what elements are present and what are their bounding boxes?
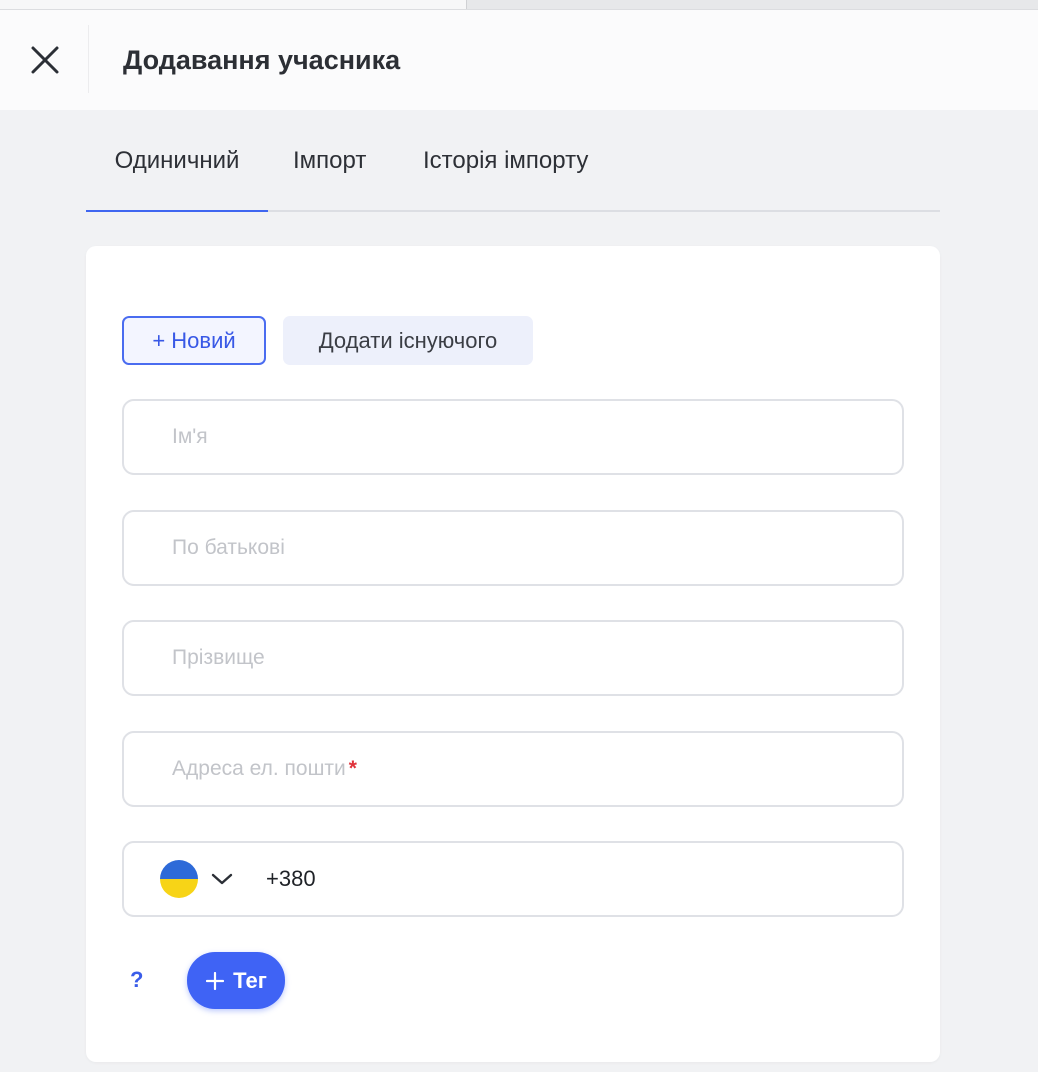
page-title: Додавання учасника [123,45,401,75]
add-existing-button[interactable]: Додати існуючого [283,316,533,365]
header: Додавання учасника [0,10,1038,110]
close-button[interactable] [24,39,66,81]
first-name-field-wrapper [122,399,904,475]
chevron-down-icon [210,867,234,891]
country-code-select[interactable] [160,859,240,899]
help-icon[interactable]: ? [130,968,148,992]
tab-import-history[interactable]: Історія імпорту [423,138,588,210]
phone-field-wrapper [122,841,904,917]
add-tag-label: Тег [233,967,267,993]
tab-single[interactable]: Одиничний [86,138,268,210]
form-card: + Новий Додати існуючого Адреса ел. пошт… [86,246,940,1062]
last-name-input[interactable] [172,622,872,694]
active-tab-indicator [86,210,268,212]
header-divider [88,25,89,93]
new-participant-button[interactable]: + Новий [122,316,266,365]
add-tag-button[interactable]: Тег [187,952,285,1009]
first-name-input[interactable] [172,401,872,473]
last-name-field-wrapper [122,620,904,696]
tab-bar: Одиничний Імпорт Історія імпорту [86,138,940,212]
email-field-wrapper: Адреса ел. пошти * [122,731,904,807]
patronymic-field-wrapper [122,510,904,586]
close-icon [31,46,59,74]
ukraine-flag-icon [160,860,198,898]
plus-icon [205,971,225,991]
browser-tab-strip [466,0,1038,9]
patronymic-input[interactable] [172,512,872,584]
email-input[interactable] [172,733,872,805]
browser-top-strip [0,0,1038,10]
tab-import[interactable]: Імпорт [293,138,366,210]
phone-input[interactable] [266,843,866,915]
